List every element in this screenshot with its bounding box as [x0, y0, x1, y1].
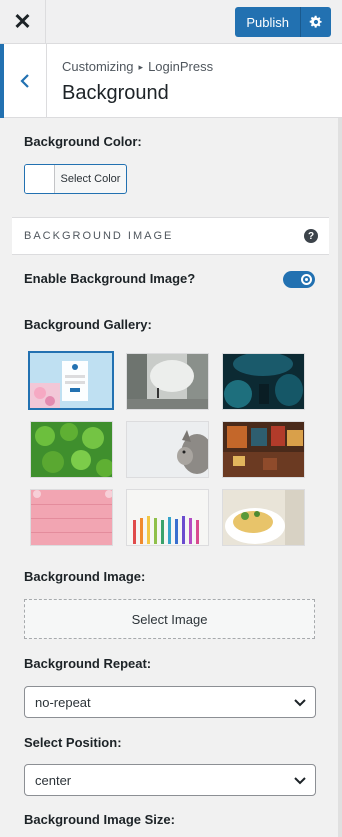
- gallery-image-colored-pencils: [127, 490, 208, 545]
- publish-group: Publish: [235, 7, 331, 37]
- gallery-image-teal-cave: [223, 354, 304, 409]
- background-image-size-label: Background Image Size:: [24, 812, 175, 827]
- publish-button[interactable]: Publish: [235, 7, 301, 37]
- gallery-thumb-8[interactable]: [126, 489, 209, 546]
- background-image-section-header: Background Image ?: [12, 217, 329, 255]
- select-position-label: Select Position:: [24, 735, 122, 750]
- gallery-thumb-5[interactable]: [126, 421, 209, 478]
- help-icon[interactable]: ?: [304, 229, 318, 243]
- gallery-image-bar-interior: [223, 422, 304, 477]
- gallery-image-cat: [127, 422, 208, 477]
- close-button[interactable]: ✕: [0, 0, 46, 44]
- gallery-thumb-2[interactable]: [126, 353, 209, 410]
- gear-icon: [309, 15, 322, 28]
- background-color-label: Background Color:: [24, 134, 142, 149]
- breadcrumb-leaf: LoginPress: [148, 59, 214, 74]
- gallery-thumb-1[interactable]: [28, 351, 114, 410]
- background-repeat-label: Background Repeat:: [24, 656, 152, 671]
- close-icon: ✕: [13, 9, 32, 34]
- gallery-thumb-3[interactable]: [222, 353, 305, 410]
- scrollbar[interactable]: [338, 118, 342, 837]
- select-position-value: center: [35, 772, 72, 788]
- background-repeat-select[interactable]: no-repeat: [24, 686, 316, 718]
- gallery-image-pasta: [223, 490, 304, 545]
- gallery-image-login-preview: [30, 353, 112, 408]
- chevron-down-icon: [294, 699, 306, 707]
- gallery-image-misty-forest: [127, 354, 208, 409]
- gallery-thumb-6[interactable]: [222, 421, 305, 478]
- gallery-thumb-7[interactable]: [30, 489, 113, 546]
- select-image-button[interactable]: Select Image: [24, 599, 315, 639]
- page-title: Background: [62, 82, 169, 104]
- background-image-label: Background Image:: [24, 569, 146, 584]
- chevron-left-icon: [20, 74, 29, 88]
- top-bar: ✕ Publish: [0, 0, 342, 44]
- section-title: Background Image: [24, 230, 174, 242]
- color-swatch: [25, 165, 55, 193]
- enable-background-image-toggle[interactable]: [283, 271, 315, 288]
- publish-settings-button[interactable]: [301, 7, 331, 37]
- back-button[interactable]: [0, 44, 47, 118]
- section-header: Customizing ▸ LoginPress Background: [0, 44, 342, 118]
- breadcrumb-root: Customizing: [62, 59, 134, 74]
- breadcrumb-separator-icon: ▸: [138, 62, 144, 72]
- gallery-image-clover: [31, 422, 112, 477]
- chevron-down-icon: [294, 777, 306, 785]
- select-color-label: Select Color: [60, 173, 121, 185]
- toggle-knob: [303, 276, 310, 283]
- breadcrumb: Customizing ▸ LoginPress: [62, 59, 213, 74]
- select-position-select[interactable]: center: [24, 764, 316, 796]
- gallery-thumb-4[interactable]: [30, 421, 113, 478]
- background-repeat-value: no-repeat: [35, 694, 91, 710]
- enable-background-image-label: Enable Background Image?: [24, 271, 196, 286]
- select-color-button[interactable]: Select Color: [24, 164, 127, 194]
- gallery-image-pink-planks: [31, 490, 112, 545]
- gallery-thumb-9[interactable]: [222, 489, 305, 546]
- background-gallery-label: Background Gallery:: [24, 317, 152, 332]
